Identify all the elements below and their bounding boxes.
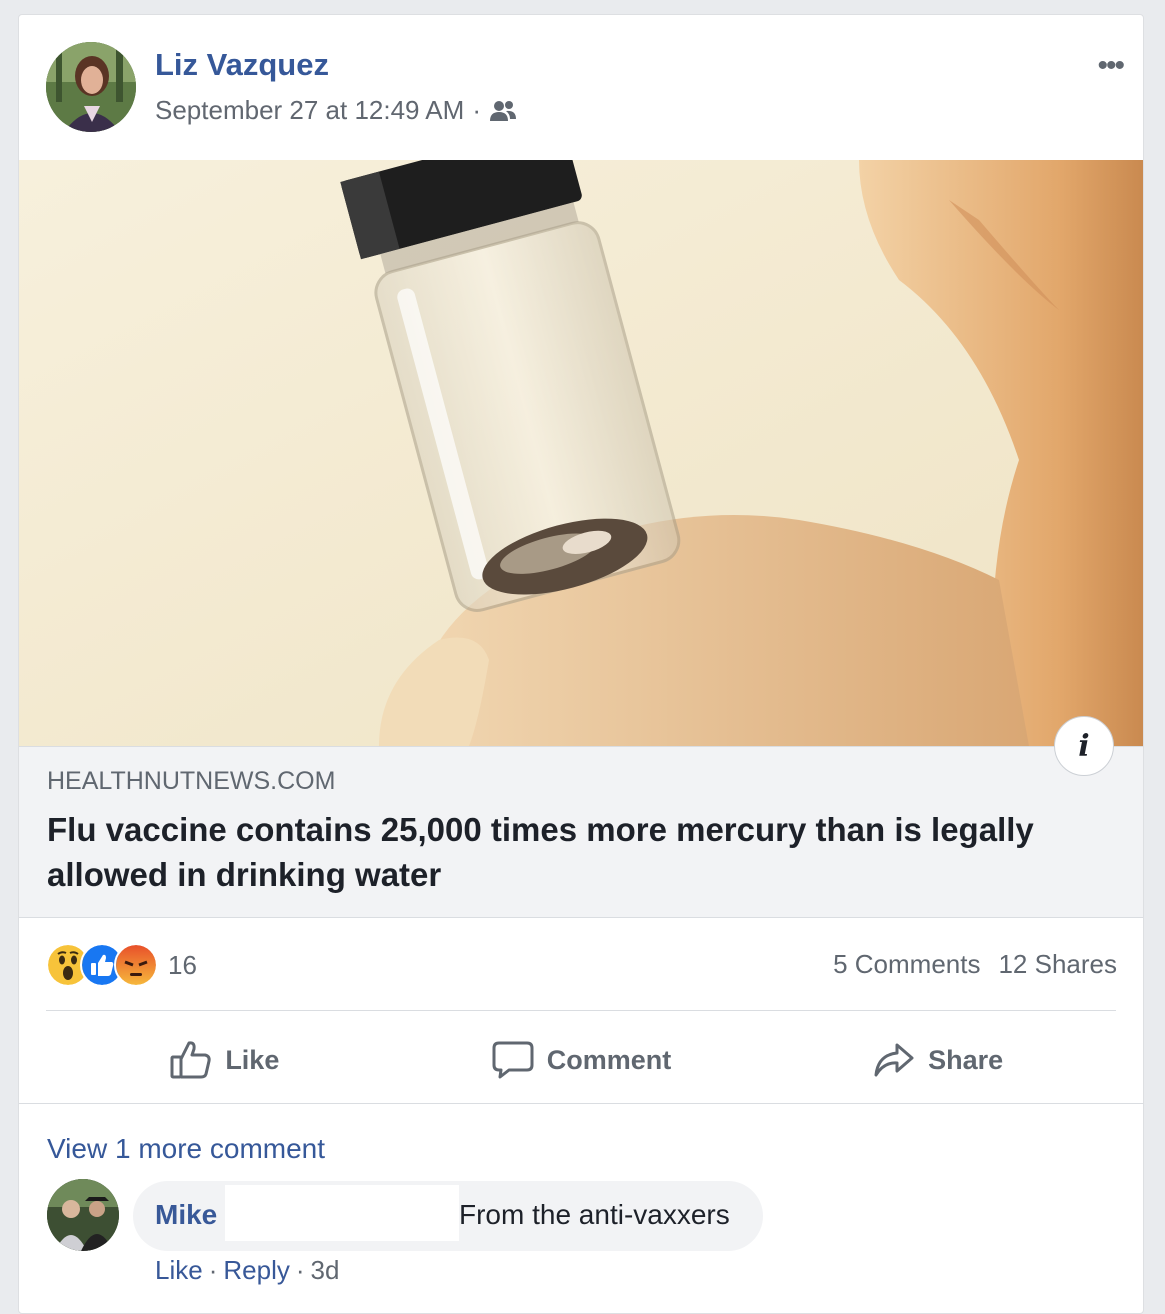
vial-photo bbox=[19, 160, 1143, 746]
share-arrow-icon bbox=[874, 1043, 914, 1077]
action-bar: Like Comment Share bbox=[46, 1020, 1116, 1100]
comment-text: From the anti-vaxxers bbox=[459, 1199, 730, 1230]
commenter-avatar[interactable] bbox=[47, 1179, 119, 1251]
shares-count[interactable]: 12 Shares bbox=[998, 949, 1117, 979]
link-headline[interactable]: Flu vaccine contains 25,000 times more m… bbox=[47, 807, 1047, 897]
comment-actions-separator: · bbox=[208, 1255, 218, 1285]
view-more-comments-link[interactable]: View 1 more comment bbox=[47, 1133, 325, 1165]
author-avatar-image bbox=[46, 42, 136, 132]
like-button[interactable]: Like bbox=[46, 1020, 403, 1100]
comment-button[interactable]: Comment bbox=[403, 1020, 760, 1100]
reaction-count[interactable]: 16 bbox=[168, 950, 197, 981]
info-icon[interactable]: i bbox=[1054, 716, 1114, 776]
comments-count[interactable]: 5 Comments bbox=[833, 949, 980, 979]
link-domain: HEALTHNUTNEWS.COM bbox=[47, 767, 336, 795]
post-timestamp[interactable]: September 27 at 12:49 AM bbox=[155, 95, 464, 126]
commenter-name[interactable]: Mike bbox=[155, 1199, 217, 1231]
engagement-counts: 5 Comments 12 Shares bbox=[833, 949, 1117, 980]
author-name[interactable]: Liz Vazquez bbox=[155, 47, 329, 83]
divider bbox=[46, 1010, 1116, 1011]
angry-icon bbox=[114, 943, 158, 987]
like-label: Like bbox=[225, 1044, 280, 1075]
friends-icon[interactable] bbox=[489, 99, 517, 123]
link-preview-text[interactable]: HEALTHNUTNEWS.COM Flu vaccine contains 2… bbox=[19, 746, 1143, 918]
reaction-summary[interactable]: 16 bbox=[46, 943, 197, 987]
more-horizontal-icon[interactable]: ••• bbox=[1097, 49, 1124, 83]
share-label: Share bbox=[928, 1044, 1004, 1075]
thumbs-up-icon bbox=[170, 1041, 211, 1079]
comment-icon bbox=[492, 1041, 534, 1079]
comment-actions: Like · Reply · 3d bbox=[155, 1255, 339, 1286]
share-button[interactable]: Share bbox=[759, 1020, 1116, 1100]
link-preview-image[interactable] bbox=[19, 160, 1143, 746]
comment-reply-link[interactable]: Reply bbox=[223, 1255, 289, 1285]
redaction-box bbox=[225, 1185, 459, 1241]
post-card: Liz Vazquez September 27 at 12:49 AM · •… bbox=[18, 14, 1144, 1314]
commenter-avatar-image bbox=[47, 1179, 119, 1251]
meta-separator: · bbox=[472, 95, 481, 125]
comment-actions-separator: · bbox=[295, 1255, 305, 1285]
divider bbox=[19, 1103, 1143, 1104]
post-meta: September 27 at 12:49 AM · bbox=[155, 95, 517, 126]
comment-bubble: Mike From the anti-vaxxers bbox=[133, 1181, 763, 1251]
comment-age[interactable]: 3d bbox=[311, 1255, 340, 1285]
comment-label: Comment bbox=[546, 1044, 672, 1075]
comment-like-link[interactable]: Like bbox=[155, 1255, 203, 1285]
author-avatar[interactable] bbox=[46, 42, 136, 132]
